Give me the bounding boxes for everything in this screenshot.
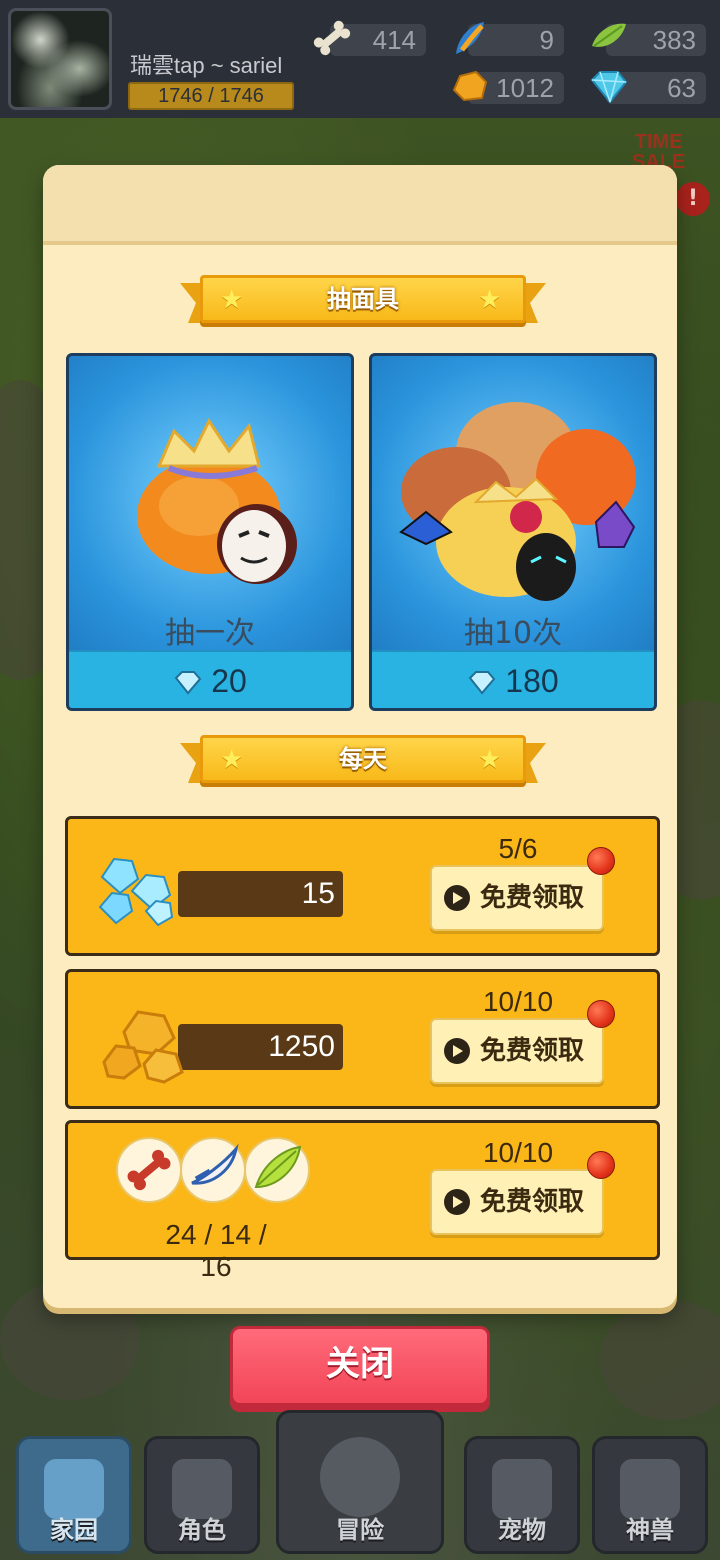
claim-count: 10/10 [482, 1137, 554, 1168]
video-play-icon [444, 1038, 470, 1064]
draw-ten-price[interactable]: 180 [372, 650, 654, 708]
notification-dot [587, 847, 615, 875]
draw-ten-label: 抽10次 [463, 616, 563, 651]
free-claim-button[interactable]: 免费领取 [430, 865, 604, 931]
gold-ore-icon [452, 70, 488, 102]
claim-count: 5/6 [498, 833, 538, 864]
gem-icon [468, 671, 496, 695]
close-button[interactable]: 关闭 [230, 1326, 490, 1406]
player-name: 瑞雲tap ~ sariel [130, 53, 283, 78]
daily-gem-reward: 15 5/6 免费领取 [65, 816, 660, 956]
nav-pets[interactable]: 宠物 [464, 1436, 580, 1554]
bone-icon [313, 20, 351, 56]
bone-icon [116, 1137, 182, 1203]
free-claim-button[interactable]: 免费领取 [430, 1018, 604, 1084]
notification-dot [587, 1151, 615, 1179]
daily-materials-reward: 24 / 14 / 16 10/10 免费领取 [65, 1120, 660, 1282]
draw-once-label: 抽一次 [165, 616, 255, 651]
free-claim-button[interactable]: 免费领取 [430, 1169, 604, 1235]
paw-icon [320, 1437, 400, 1517]
nav-home[interactable]: 家园 [16, 1436, 132, 1554]
feather-icon [456, 22, 484, 54]
gem-pile-icon [98, 857, 174, 927]
top-status-bar: 瑞雲tap ~ sariel 1746 / 1746 414 9 383 101… [0, 0, 720, 118]
notification-dot [587, 1000, 615, 1028]
leaf-icon [244, 1137, 310, 1203]
mask-bags-pile-icon [399, 402, 636, 601]
draw-once-price[interactable]: 20 [69, 650, 351, 708]
resource-leaf: 383 [592, 23, 706, 56]
gold-ore-pile-icon [102, 1010, 184, 1084]
video-play-icon [444, 885, 470, 911]
feather-icon [180, 1137, 246, 1203]
section-title: 每天 [339, 745, 387, 773]
avatar[interactable] [8, 8, 112, 110]
resource-gold-ore: 1012 [452, 70, 564, 104]
mask-bag-icon [137, 418, 297, 584]
draw-ten-card[interactable]: 抽10次 180 [369, 353, 657, 711]
resource-gem: 63 [590, 71, 706, 104]
bottom-nav: 家园 角色 冒险 宠物 神兽 [0, 1410, 720, 1560]
resource-bone: 414 [313, 20, 426, 56]
gem-icon [174, 671, 202, 695]
daily-gold-reward: 1250 10/10 免费领取 [65, 969, 660, 1109]
daily-section-ribbon: ★ ★ 每天 [180, 735, 546, 785]
resource-feather: 9 [456, 22, 564, 56]
alert-icon: ! [676, 182, 710, 216]
nav-adventure[interactable]: 冒险 [276, 1410, 444, 1554]
video-play-icon [444, 1189, 470, 1215]
reward-amount: 15 [178, 871, 343, 917]
nav-mythic-beasts[interactable]: 神兽 [592, 1436, 708, 1554]
nav-character[interactable]: 角色 [144, 1436, 260, 1554]
dialog-header [43, 165, 677, 245]
gem-icon [590, 71, 628, 104]
section-title: 抽面具 [327, 285, 399, 313]
materials-amount: 24 / 14 / 16 [165, 1219, 267, 1282]
leaf-icon [592, 23, 626, 47]
claim-count: 10/10 [482, 986, 554, 1017]
level-progress-bar: 1746 / 1746 [128, 82, 294, 110]
draw-once-card[interactable]: 抽一次 20 [66, 353, 354, 711]
draw-section-ribbon: ★ ★ 抽面具 [180, 275, 546, 325]
